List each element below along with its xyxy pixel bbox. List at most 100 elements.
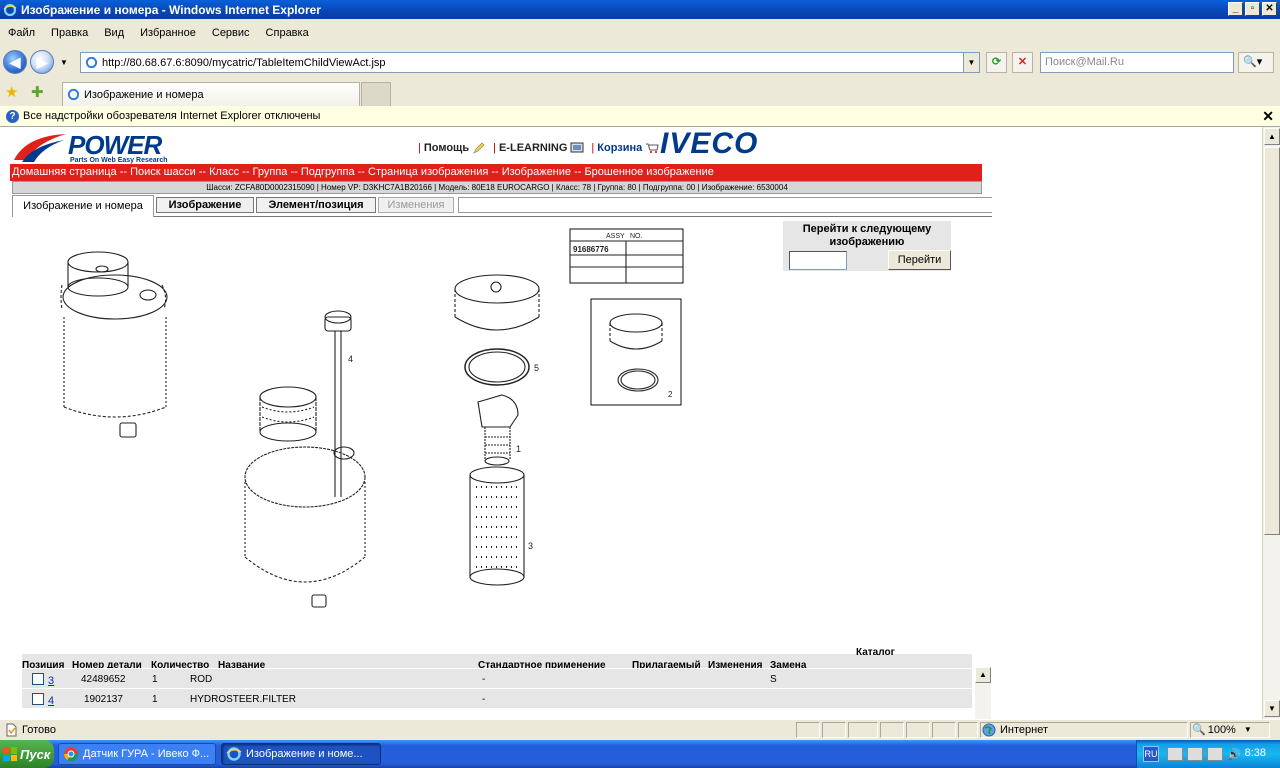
row-checkbox[interactable] [32, 673, 44, 685]
ie-taskbar-icon [226, 747, 242, 761]
valve-part[interactable]: 1 [477, 394, 521, 466]
window-title-bar[interactable]: Изображение и номера - Windows Internet … [0, 0, 1280, 19]
infobar-text: Все надстройки обозревателя Internet Exp… [23, 110, 321, 122]
row-position-link[interactable]: 4 [48, 695, 54, 707]
back-button[interactable]: ◀ [3, 50, 27, 74]
tray-network-icon[interactable] [1167, 747, 1183, 761]
maximize-button[interactable]: ▫ [1245, 2, 1260, 16]
favorites-star-icon[interactable]: ★ [5, 83, 18, 101]
elearning-icon [570, 142, 584, 153]
windows-flag-icon [3, 747, 17, 761]
o-ring-part[interactable]: 5 [464, 348, 539, 386]
breadcrumb[interactable]: Домашняя страница -- Поиск шасси -- Клас… [10, 164, 982, 181]
dipstick-part[interactable]: 4 [324, 310, 353, 497]
menu-edit[interactable]: Правка [51, 27, 88, 39]
zoom-level[interactable]: 100% [1208, 724, 1236, 736]
tab-element-position[interactable]: Элемент/позиция [256, 197, 376, 213]
menu-help[interactable]: Справка [266, 27, 309, 39]
pencil-icon [473, 142, 485, 154]
internet-zone-icon [982, 723, 996, 737]
row-name: ROD [190, 674, 213, 685]
row-position-link[interactable]: 3 [48, 675, 54, 687]
search-input[interactable]: Поиск@Mail.Ru [1040, 52, 1234, 73]
add-favorite-icon[interactable]: ✚ [31, 83, 44, 101]
iveco-logo: IVECO [660, 127, 759, 160]
table-row[interactable]: 4 1902137 1 HYDROSTEER.FILTER - [22, 688, 972, 708]
history-dropdown-icon[interactable]: ▼ [60, 58, 68, 67]
cart-link[interactable]: Корзина [597, 142, 642, 154]
callout-2: 2 [668, 390, 673, 399]
power-logo: POWER Parts On Web Easy Research [12, 130, 180, 164]
parts-drawing[interactable]: 4 5 1 3 ASSY NO. 91686776 2 [40, 227, 700, 617]
search-button[interactable]: 🔍▾ [1238, 52, 1274, 73]
zoom-dropdown-icon[interactable]: ▼ [1244, 725, 1252, 734]
address-url[interactable]: http://80.68.67.6:8090/mycatric/TableIte… [102, 57, 386, 69]
close-window-button[interactable]: ✕ [1262, 2, 1277, 16]
table-row[interactable]: 3 42489652 1 ROD - S [22, 668, 972, 688]
scroll-thumb[interactable] [1264, 147, 1280, 535]
taskbar-item-ie[interactable]: Изображение и номе... [221, 743, 381, 765]
table-scroll-up-icon[interactable]: ▲ [975, 667, 991, 683]
taskbar-item-chrome[interactable]: Датчик ГУРА - Ивеко Ф... [58, 743, 216, 765]
menu-favorites[interactable]: Избранное [140, 27, 196, 39]
row-checkbox[interactable] [32, 693, 44, 705]
minimize-button[interactable]: _ [1228, 2, 1243, 16]
information-bar[interactable]: ? Все надстройки обозревателя Internet E… [0, 106, 1280, 127]
tray-display-icon[interactable] [1207, 747, 1223, 761]
callout-5: 5 [534, 363, 539, 373]
zone-label: Интернет [1000, 724, 1048, 736]
status-bar: Готово Интернет 🔍 100% ▼ [0, 719, 1280, 739]
tab-changes: Изменения [378, 197, 454, 213]
filter-part[interactable]: 3 [469, 466, 533, 586]
goto-image-input[interactable] [789, 251, 847, 270]
vehicle-info-line: Шасси: ZCFA80D0002315090 | Номер VP: D3K… [12, 181, 982, 194]
table-scrollbar[interactable]: ▲ [975, 667, 991, 719]
menu-bar: Файл Правка Вид Избранное Сервис Справка [0, 22, 1280, 44]
close-infobar-icon[interactable]: ✕ [1262, 108, 1274, 125]
goto-button[interactable]: Перейти [888, 250, 951, 270]
clock[interactable]: 8:38 [1245, 747, 1266, 759]
browser-tab[interactable]: Изображение и номера [62, 82, 360, 106]
scroll-down-icon[interactable]: ▼ [1264, 700, 1280, 717]
forward-button[interactable]: ▶ [30, 50, 54, 74]
system-tray: RU 🔊 8:38 [1136, 740, 1280, 768]
taskbar: Пуск Датчик ГУРА - Ивеко Ф... Изображени… [0, 740, 1280, 768]
scroll-up-icon[interactable]: ▲ [1264, 128, 1280, 145]
goto-next-image-panel: Перейти к следующему изображению Перейти [783, 221, 951, 271]
parts-table: Позиция Номер детали Количество Название… [22, 648, 972, 708]
tab-row: ★ ✚ Изображение и номера [0, 80, 1280, 106]
page-scrollbar[interactable]: ▲ ▼ [1262, 127, 1280, 719]
help-link[interactable]: Помощь [424, 142, 469, 154]
address-toolbar: ◀ ▶ ▼ http://80.68.67.6:8090/mycatric/Ta… [0, 46, 1280, 78]
cap-part[interactable] [454, 274, 540, 331]
col-catalog[interactable]: Каталог [856, 648, 895, 658]
row-std-use: - [482, 694, 486, 705]
reservoir-left[interactable] [60, 251, 168, 438]
reservoir-main[interactable] [244, 386, 366, 608]
refresh-button[interactable]: ⟳ [986, 52, 1007, 73]
tray-monitor-icon[interactable] [1187, 747, 1203, 761]
info-question-icon: ? [6, 109, 19, 123]
menu-tools[interactable]: Сервис [212, 27, 250, 39]
stop-button[interactable]: ✕ [1012, 52, 1033, 73]
address-bar[interactable]: http://80.68.67.6:8090/mycatric/TableIte… [80, 52, 980, 73]
tab-images-numbers[interactable]: Изображение и номера [12, 195, 154, 217]
menu-file[interactable]: Файл [8, 27, 35, 39]
language-indicator[interactable]: RU [1143, 746, 1159, 762]
elearning-link[interactable]: E-LEARNING [499, 142, 567, 154]
window-title: Изображение и номера - Windows Internet … [21, 2, 321, 17]
power-swoosh-icon [14, 134, 66, 162]
callout-1: 1 [516, 444, 521, 454]
volume-icon[interactable]: 🔊 [1227, 748, 1241, 761]
address-dropdown-icon[interactable]: ▼ [963, 53, 979, 72]
ie-icon [3, 3, 17, 16]
logo-tagline: Parts On Web Easy Research [70, 157, 168, 164]
tab-image[interactable]: Изображение [156, 197, 254, 213]
start-button[interactable]: Пуск [0, 740, 54, 768]
row-qty: 1 [152, 694, 158, 705]
menu-view[interactable]: Вид [104, 27, 124, 39]
zoom-control[interactable]: 🔍 100% ▼ [1192, 723, 1252, 737]
new-tab-button[interactable] [361, 82, 391, 106]
taskbar-item-label: Датчик ГУРА - Ивеко Ф... [83, 748, 210, 760]
row-replacement[interactable]: S [770, 674, 777, 685]
